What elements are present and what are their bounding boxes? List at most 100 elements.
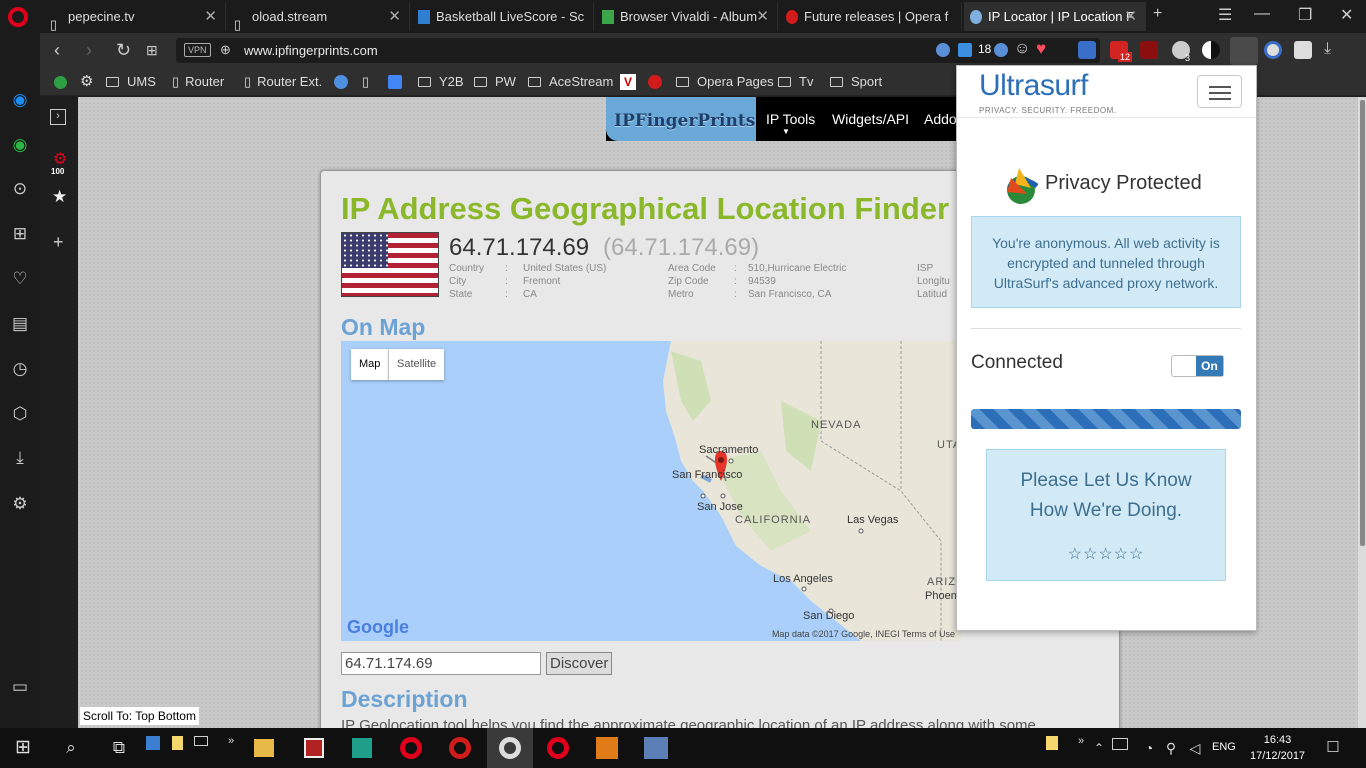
download-icon[interactable]: ⤓	[1324, 40, 1331, 58]
reload-icon[interactable]: ↻	[116, 40, 131, 61]
app-green-icon[interactable]	[352, 738, 372, 758]
ublock-icon[interactable]	[1140, 41, 1158, 59]
ip-input[interactable]	[341, 652, 541, 675]
opera-taskbar-icon[interactable]	[449, 737, 471, 759]
vpn-badge[interactable]: VPN	[184, 43, 211, 57]
url-text[interactable]: www.ipfingerprints.com	[244, 43, 378, 58]
extensions-icon[interactable]: ⬡	[10, 404, 30, 424]
computer-icon[interactable]	[146, 736, 160, 750]
drive-icon[interactable]	[194, 736, 208, 746]
sublime-icon[interactable]	[596, 737, 618, 759]
task-view-icon[interactable]: ⧉	[108, 737, 130, 759]
scrollbar-thumb[interactable]	[1360, 100, 1365, 546]
address-bar[interactable]: VPN ⊕ www.ipfingerprints.com 18 ☺ ♥	[176, 38, 1100, 63]
history-icon[interactable]: ◷	[10, 359, 30, 379]
notes-icon[interactable]	[172, 736, 183, 750]
opera-bookmark-icon[interactable]	[648, 75, 662, 89]
close-tab-icon[interactable]: ✕	[756, 2, 769, 31]
speed-dial-icon[interactable]: ⊞	[146, 42, 158, 59]
monitor-icon[interactable]	[1112, 738, 1128, 750]
bookmark-tv[interactable]: Tv	[778, 74, 813, 89]
translate-icon[interactable]	[1078, 41, 1096, 59]
page-bookmark-icon[interactable]: ▯	[362, 74, 369, 90]
whatsapp-icon[interactable]: ◉	[10, 135, 30, 155]
speed-dial-icon[interactable]: ⊞	[10, 224, 30, 244]
app-icon[interactable]	[304, 738, 324, 758]
bookmark-router-ext[interactable]: ▯ Router Ext.	[244, 74, 322, 90]
adblock-icon[interactable]	[994, 43, 1008, 57]
more-icon[interactable]: »	[220, 730, 242, 752]
heart-icon[interactable]: ♡	[10, 269, 30, 289]
ultrasurf-icon[interactable]	[1230, 37, 1258, 65]
map-type-map[interactable]: Map	[351, 349, 390, 380]
tab-vivaldi[interactable]: Browser Vivaldi - Album ✕	[596, 2, 778, 31]
sticky-notes-icon[interactable]	[1046, 736, 1058, 750]
opera-gx-taskbar-icon[interactable]	[499, 737, 521, 759]
messenger-icon[interactable]: ◉	[10, 90, 30, 110]
tab-ip-locator[interactable]: IP Locator | IP Location F ✕	[964, 2, 1146, 31]
tray-chevron-icon[interactable]: ⌃	[1088, 737, 1110, 759]
back-icon[interactable]: ‹	[54, 40, 60, 61]
gear-icon[interactable]: ⚙	[80, 72, 93, 90]
volume-icon[interactable]: ◁	[1184, 737, 1206, 759]
globe-bookmark-icon[interactable]	[334, 75, 348, 89]
close-window-icon[interactable]: ✕	[1340, 5, 1353, 25]
downloads-icon[interactable]: ⤓	[10, 448, 30, 468]
tab-menu-icon[interactable]: ☰	[1218, 5, 1232, 25]
minimize-icon[interactable]: —	[1254, 5, 1270, 23]
restore-icon[interactable]: ❐	[1298, 5, 1312, 25]
add-panel-icon[interactable]: +	[53, 232, 64, 253]
camera-icon[interactable]: ⊙	[10, 179, 30, 199]
rating-stars[interactable]: ☆☆☆☆☆	[987, 544, 1225, 564]
close-tab-icon[interactable]: ✕	[204, 2, 217, 31]
app-window-icon[interactable]	[644, 737, 668, 759]
panel-toggle-icon[interactable]: ›	[50, 109, 66, 125]
opera-taskbar-icon[interactable]	[400, 737, 422, 759]
gear-red-icon[interactable]: ⚙	[53, 149, 67, 169]
bookmark-pw[interactable]: PW	[474, 74, 516, 89]
tab-basketball[interactable]: Basketball LiveScore - Sc	[412, 2, 594, 31]
bookmark-ums[interactable]: UMS	[106, 74, 156, 89]
close-tab-icon[interactable]: ✕	[1124, 2, 1137, 31]
nav-ip-tools[interactable]: IP Tools	[766, 111, 815, 127]
dark-mode-icon[interactable]	[1202, 41, 1220, 59]
block-icon[interactable]	[1264, 41, 1282, 59]
windows-start-icon[interactable]: ⊞	[12, 737, 34, 759]
wifi-icon[interactable]: ◔	[1138, 737, 1160, 759]
connection-toggle[interactable]: On	[1171, 355, 1224, 377]
star-icon[interactable]: ★	[52, 187, 67, 207]
scroll-to-links[interactable]: Scroll To: Top Bottom	[80, 707, 199, 725]
calendar-icon[interactable]	[958, 43, 972, 57]
clock[interactable]: 16:43 17/12/2017	[1250, 732, 1305, 764]
tab-oload[interactable]: ▯ oload.stream ✕	[228, 2, 410, 31]
opera-taskbar-icon[interactable]	[547, 737, 569, 759]
bookmark-acestream[interactable]: AceStream	[528, 74, 613, 89]
emoji-icon[interactable]: ☺	[1014, 40, 1030, 58]
map-attribution[interactable]: Map data ©2017 Google, INEGI Terms of Us…	[772, 629, 955, 639]
hangouts-icon[interactable]	[54, 76, 67, 89]
tracker-icon[interactable]	[936, 43, 950, 57]
news-icon[interactable]: ▤	[10, 314, 30, 334]
close-tab-icon[interactable]: ✕	[388, 2, 401, 31]
file-explorer-icon[interactable]	[254, 739, 274, 757]
share-icon[interactable]	[1294, 41, 1312, 59]
bookmark-opera-pages[interactable]: Opera Pages	[676, 74, 774, 89]
network-icon[interactable]: ⚲	[1160, 737, 1182, 759]
map-type-satellite[interactable]: Satellite	[389, 349, 445, 380]
bookmark-router[interactable]: ▯ Router	[172, 74, 224, 90]
language-indicator[interactable]: ENG	[1212, 741, 1236, 753]
search-icon[interactable]: ⌕	[60, 737, 82, 759]
forward-icon[interactable]: ›	[86, 40, 92, 61]
tab-opera-future[interactable]: Future releases | Opera f	[780, 2, 962, 31]
hamburger-menu-icon[interactable]	[1197, 75, 1242, 108]
google-map[interactable]: Map Satellite Sacramento San Francisco S…	[341, 341, 961, 641]
nav-widgets[interactable]: Widgets/API	[832, 111, 909, 127]
vivaldi-bookmark-icon[interactable]: V	[620, 74, 636, 90]
discover-button[interactable]: Discover	[546, 652, 613, 675]
settings-icon[interactable]: ⚙	[10, 494, 30, 514]
bookmark-sport[interactable]: Sport	[830, 74, 882, 89]
opera-menu-icon[interactable]	[8, 7, 28, 27]
sidebar-toggle-icon[interactable]: ▭	[10, 677, 30, 697]
site-logo[interactable]: IPFingerPrints	[606, 97, 756, 141]
tab-pepecine[interactable]: ▯ pepecine.tv ✕	[44, 2, 226, 31]
